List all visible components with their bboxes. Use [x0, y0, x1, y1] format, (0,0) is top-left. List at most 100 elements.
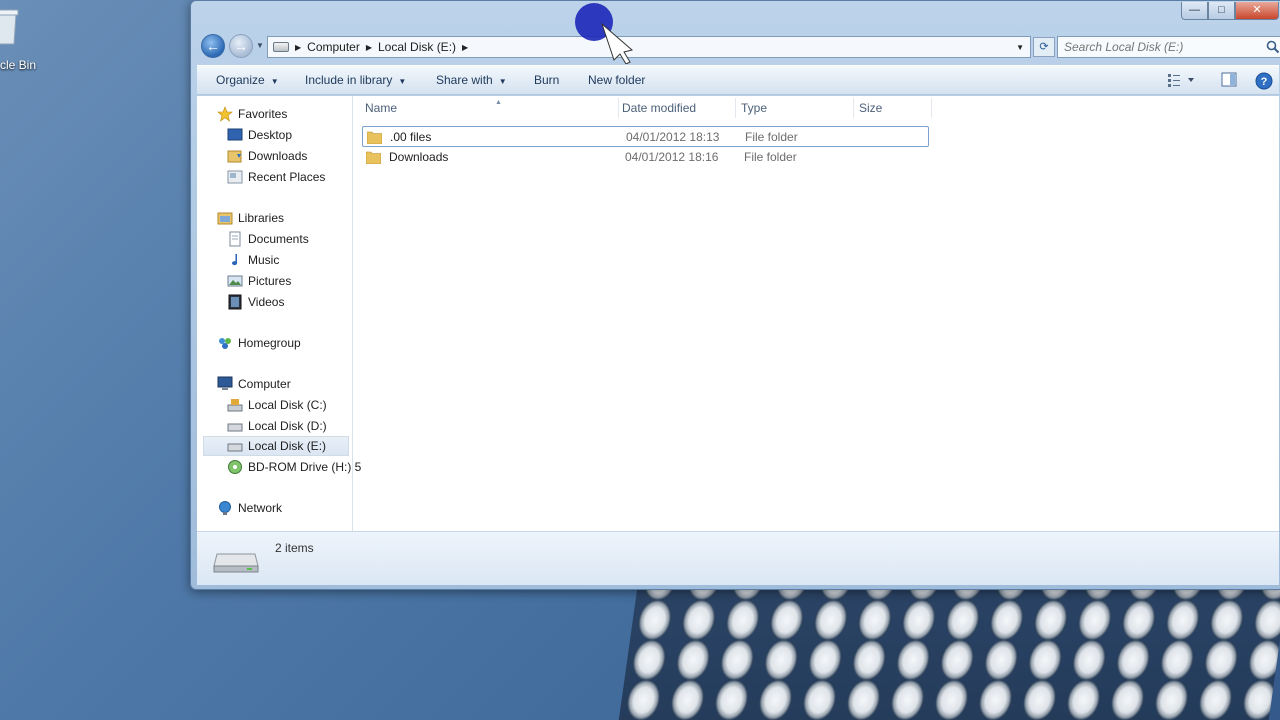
- file-row-downloads[interactable]: Downloads 04/01/2012 18:16 File folder: [362, 147, 929, 168]
- organize-label: Organize: [216, 73, 265, 87]
- sort-ascending-icon: ▲: [495, 99, 502, 106]
- sidebar-item-downloads[interactable]: Downloads: [227, 146, 307, 166]
- new-folder-button[interactable]: New folder: [588, 73, 645, 87]
- view-options-icon[interactable]: [1167, 72, 1197, 88]
- column-header-date-modified[interactable]: Date modified: [622, 101, 696, 115]
- sidebar-label: Documents: [248, 232, 309, 246]
- column-name-label: Name: [365, 101, 398, 115]
- chevron-down-icon: ▼: [398, 77, 407, 86]
- file-type: File folder: [745, 130, 798, 144]
- sidebar-item-local-disk-c[interactable]: Local Disk (C:): [227, 395, 327, 415]
- svg-text:?: ?: [1261, 76, 1268, 88]
- sidebar-label: Homegroup: [238, 336, 301, 350]
- sidebar-item-music[interactable]: Music: [227, 250, 279, 270]
- column-header-size[interactable]: Size: [859, 101, 882, 115]
- sidebar-item-network[interactable]: Network: [217, 498, 282, 518]
- breadcrumb-local-disk-e[interactable]: Local Disk (E:): [378, 40, 456, 54]
- sidebar-item-favorites[interactable]: Favorites: [217, 104, 287, 124]
- sidebar-item-videos[interactable]: Videos: [227, 292, 284, 312]
- recycle-bin-label[interactable]: cle Bin: [0, 58, 36, 72]
- column-divider[interactable]: [931, 98, 932, 118]
- folder-icon: [367, 131, 382, 144]
- title-bar[interactable]: — □ ✕: [191, 1, 1280, 29]
- sidebar-label: Local Disk (C:): [248, 398, 327, 412]
- sidebar-label: Network: [238, 501, 283, 515]
- explorer-window: — □ ✕ ← → ▼ ▶ Computer ▶ Local Disk (E:)…: [190, 0, 1280, 590]
- search-icon[interactable]: [1266, 40, 1280, 54]
- file-name: .00 files: [390, 130, 432, 144]
- sidebar-item-desktop[interactable]: Desktop: [227, 125, 292, 145]
- sidebar-label: Favorites: [238, 107, 288, 121]
- close-button[interactable]: ✕: [1235, 2, 1279, 20]
- column-header-name[interactable]: Name ▲: [365, 99, 502, 115]
- arrow-left-icon: ←: [206, 38, 220, 54]
- organize-menu[interactable]: Organize ▼: [216, 73, 279, 87]
- drive-icon: [273, 42, 289, 52]
- sidebar-item-homegroup[interactable]: Homegroup: [217, 333, 301, 353]
- homegroup-icon: [219, 338, 231, 349]
- chevron-right-icon[interactable]: ▶: [366, 43, 372, 52]
- help-icon[interactable]: ?: [1255, 72, 1273, 90]
- forward-button[interactable]: →: [229, 34, 253, 58]
- hard-drive-icon: [213, 553, 259, 573]
- refresh-button[interactable]: ⟳: [1033, 37, 1055, 57]
- sidebar-label: Desktop: [248, 128, 293, 142]
- breadcrumb-computer[interactable]: Computer: [307, 40, 360, 54]
- include-in-library-menu[interactable]: Include in library ▼: [305, 73, 406, 87]
- recent-places-icon: [227, 170, 243, 184]
- sidebar-item-bd-rom[interactable]: BD-ROM Drive (H:) 5: [227, 457, 361, 477]
- maximize-button[interactable]: □: [1208, 2, 1235, 20]
- include-in-library-label: Include in library: [305, 73, 393, 87]
- command-bar: Organize ▼ Include in library ▼ Share with…: [197, 65, 1279, 95]
- sidebar-item-computer[interactable]: Computer: [217, 374, 291, 394]
- column-divider[interactable]: [735, 98, 736, 118]
- sidebar-label: Videos: [248, 295, 285, 309]
- chevron-right-icon[interactable]: ▶: [462, 43, 468, 52]
- drive-icon: [227, 443, 243, 452]
- refresh-icon: ⟳: [1039, 41, 1049, 53]
- minimize-button[interactable]: —: [1181, 2, 1208, 20]
- sidebar-item-local-disk-e[interactable]: Local Disk (E:): [203, 436, 349, 456]
- disc-drive-icon: [228, 460, 242, 474]
- chevron-down-icon: ▼: [498, 77, 507, 86]
- file-date: 04/01/2012 18:16: [625, 150, 719, 164]
- details-pane: 2 items: [197, 531, 1279, 585]
- recycle-bin-icon[interactable]: [0, 6, 20, 46]
- file-row-00-files[interactable]: .00 files 04/01/2012 18:13 File folder: [362, 126, 929, 147]
- recent-pages-dropdown[interactable]: ▼: [256, 41, 264, 50]
- file-list-pane[interactable]: Name ▲ Date modified Type Size .00 files…: [354, 96, 1279, 531]
- pictures-icon: [227, 275, 243, 287]
- sidebar-item-pictures[interactable]: Pictures: [227, 271, 291, 291]
- folder-icon: [366, 151, 381, 164]
- desktop-icon: [227, 128, 243, 141]
- preview-pane-icon[interactable]: [1221, 72, 1237, 88]
- search-box[interactable]: [1057, 36, 1280, 58]
- mouse-cursor-icon: [575, 3, 634, 64]
- documents-icon: [229, 231, 241, 247]
- address-dropdown-icon[interactable]: ▼: [1016, 43, 1024, 52]
- libraries-icon: [217, 212, 233, 225]
- sidebar-item-documents[interactable]: Documents: [227, 229, 309, 249]
- column-header-type[interactable]: Type: [741, 101, 767, 115]
- navigation-row: ← → ▼ ▶ Computer ▶ Local Disk (E:) ▶ ▼ ⟳: [199, 33, 1280, 61]
- sidebar-item-local-disk-d[interactable]: Local Disk (D:): [227, 416, 327, 436]
- chevron-right-icon[interactable]: ▶: [295, 43, 301, 52]
- sidebar-item-recent-places[interactable]: Recent Places: [227, 167, 325, 187]
- navigation-pane[interactable]: Favorites Desktop Downloads Recent Place…: [197, 96, 361, 531]
- column-divider[interactable]: [853, 98, 854, 118]
- sidebar-label: Recent Places: [248, 170, 326, 184]
- search-input[interactable]: [1058, 37, 1280, 57]
- address-bar[interactable]: ▶ Computer ▶ Local Disk (E:) ▶ ▼: [267, 36, 1031, 58]
- file-name: Downloads: [389, 150, 449, 164]
- share-with-menu[interactable]: Share with ▼: [436, 73, 507, 87]
- computer-icon: [217, 376, 233, 390]
- content-area: Favorites Desktop Downloads Recent Place…: [197, 96, 1279, 531]
- column-divider[interactable]: [618, 98, 619, 118]
- sidebar-item-libraries[interactable]: Libraries: [217, 208, 284, 228]
- sidebar-label: Music: [248, 253, 280, 267]
- burn-button[interactable]: Burn: [534, 73, 559, 87]
- drive-icon: [227, 423, 243, 432]
- chevron-down-icon: ▼: [270, 77, 279, 86]
- downloads-folder-icon: [227, 150, 242, 163]
- back-button[interactable]: ←: [201, 34, 225, 58]
